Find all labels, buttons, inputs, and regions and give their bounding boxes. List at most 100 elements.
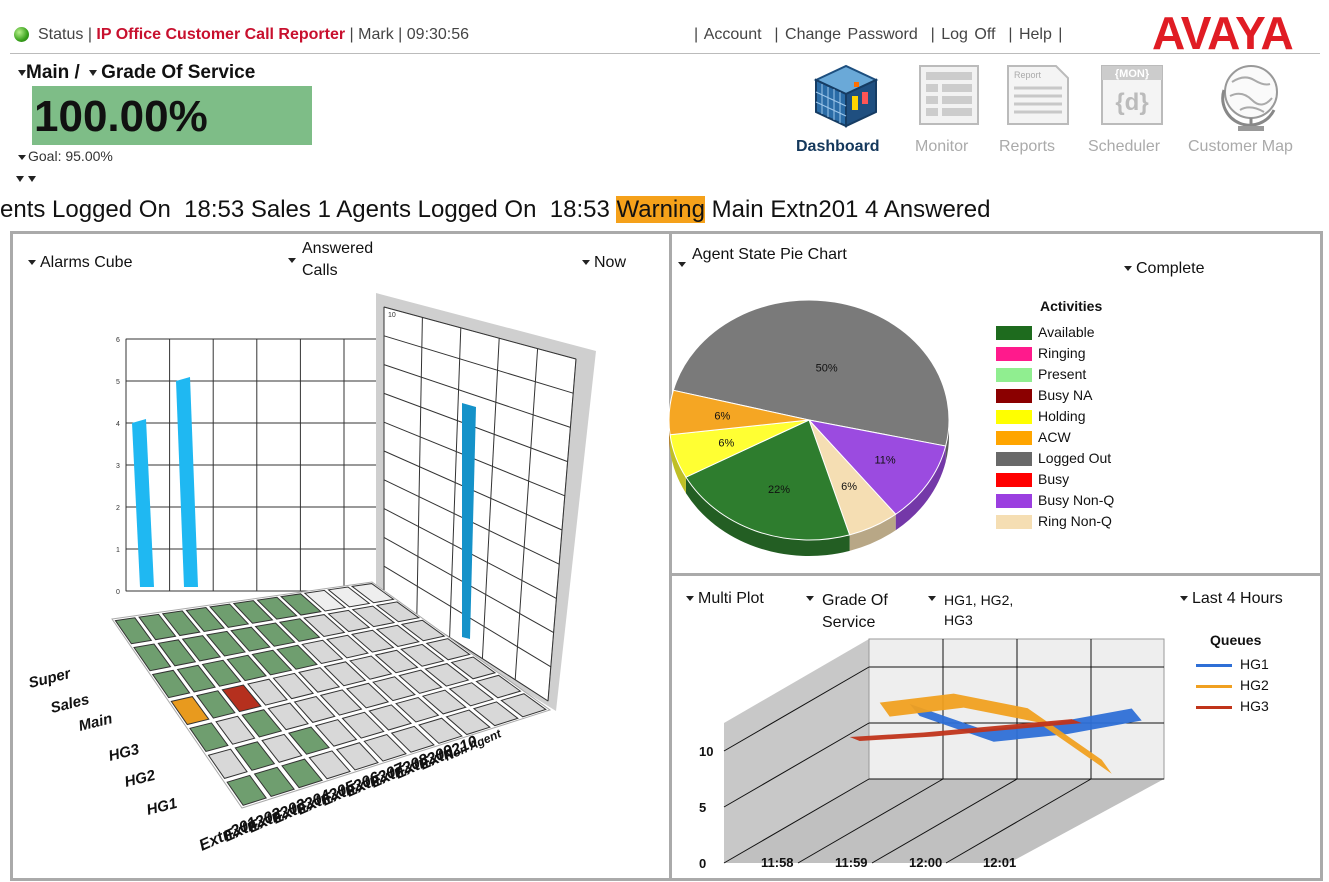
x-tick-label: 12:01 bbox=[983, 855, 1016, 870]
goal-dropdown-icon[interactable] bbox=[18, 154, 26, 160]
account-link[interactable]: | Account bbox=[694, 26, 762, 43]
nav-customer-map[interactable]: Customer Map bbox=[1188, 138, 1293, 156]
queues-legend-title: Queues bbox=[1210, 632, 1262, 648]
dropdown-icon[interactable] bbox=[16, 175, 24, 182]
pie-legend-title: Activities bbox=[1040, 298, 1103, 314]
legend-label: Logged Out bbox=[1038, 450, 1112, 466]
legend-item: HG1 bbox=[1196, 654, 1269, 675]
left-axis-tick: 4 bbox=[116, 421, 120, 428]
pie-slice-label: 50% bbox=[816, 362, 838, 374]
scheduler-icon[interactable]: {MON} {d} bbox=[1100, 62, 1164, 128]
legend-item: HG3 bbox=[1196, 696, 1269, 717]
breadcrumb-page[interactable]: Grade Of Service bbox=[101, 62, 255, 83]
queues-legend: HG1 HG2 HG3 bbox=[1196, 654, 1269, 717]
left-axis-tick: 3 bbox=[116, 463, 120, 470]
dashboard-icon[interactable] bbox=[810, 62, 882, 130]
legend-label: Busy NA bbox=[1038, 387, 1093, 403]
legend-item: Holding bbox=[996, 406, 1114, 427]
pie-slice-label: 6% bbox=[718, 438, 734, 450]
legend-item: Ringing bbox=[996, 343, 1114, 364]
separator: | bbox=[87, 26, 92, 43]
legend-item: Busy NA bbox=[996, 385, 1114, 406]
x-tick-label: 12:00 bbox=[909, 855, 942, 870]
pie-period-label: Complete bbox=[1136, 260, 1205, 277]
y-tick-label: 5 bbox=[699, 800, 706, 815]
legend-swatch bbox=[996, 515, 1032, 530]
legend-swatch bbox=[1196, 663, 1232, 667]
x-tick-label: 11:59 bbox=[835, 855, 868, 870]
legend-item: Logged Out bbox=[996, 448, 1114, 469]
pie-slice-label: 6% bbox=[714, 410, 730, 422]
user-name: Mark bbox=[358, 26, 394, 43]
legend-swatch bbox=[1196, 684, 1232, 688]
kpi-value: 100.00% bbox=[34, 92, 208, 141]
legend-item: Available bbox=[996, 322, 1114, 343]
legend-swatch bbox=[996, 347, 1032, 362]
left-axis-tick: 2 bbox=[116, 505, 120, 512]
legend-item: Busy bbox=[996, 469, 1114, 490]
legend-swatch bbox=[996, 431, 1032, 446]
nav-dashboard[interactable]: Dashboard bbox=[796, 138, 880, 156]
pie-slice-label: 11% bbox=[874, 455, 895, 467]
separator: | bbox=[398, 26, 403, 43]
y-tick-label: 0 bbox=[699, 856, 706, 871]
legend-label: HG3 bbox=[1240, 698, 1269, 714]
change-password-link[interactable]: | Change Password bbox=[774, 26, 917, 43]
header-divider bbox=[10, 53, 1320, 54]
goal-row: Goal: 95.00% bbox=[18, 148, 113, 164]
top-links: | Account | Change Password | Log Off | … bbox=[694, 26, 1062, 44]
left-axis-tick: 0 bbox=[116, 589, 120, 596]
legend-item: Present bbox=[996, 364, 1114, 385]
goal-label: Goal: 95.00% bbox=[28, 148, 113, 164]
legend-swatch bbox=[996, 410, 1032, 425]
legend-label: Available bbox=[1038, 324, 1095, 340]
legend-label: Busy Non-Q bbox=[1038, 492, 1115, 508]
pie-slice-label: 22% bbox=[768, 484, 790, 496]
extra-dropdowns bbox=[16, 170, 40, 188]
row-label: HG1 bbox=[145, 795, 179, 819]
ticker-warning: Warning bbox=[616, 196, 705, 223]
kpi-box: 100.00% bbox=[32, 86, 312, 145]
legend-label: Present bbox=[1038, 366, 1087, 382]
row-label: Main bbox=[77, 710, 114, 735]
breadcrumb-main[interactable]: Main / bbox=[26, 62, 80, 83]
legend-swatch bbox=[996, 452, 1032, 467]
legend-label: Ringing bbox=[1038, 345, 1086, 361]
status-label[interactable]: Status bbox=[38, 26, 83, 43]
main-dropdown-icon[interactable] bbox=[18, 69, 26, 76]
globe-icon[interactable] bbox=[1214, 60, 1288, 134]
clock: 09:30:56 bbox=[406, 26, 470, 43]
row-label: Super bbox=[27, 665, 73, 692]
legend-swatch bbox=[996, 473, 1032, 488]
legend-label: Ring Non-Q bbox=[1038, 513, 1112, 529]
nav-reports[interactable]: Reports bbox=[999, 138, 1055, 156]
nav-scheduler[interactable]: Scheduler bbox=[1088, 138, 1160, 156]
scheduler-icon-glyph: {d} bbox=[1115, 89, 1148, 116]
legend-item: HG2 bbox=[1196, 675, 1269, 696]
status-indicator-icon bbox=[14, 27, 29, 42]
log-off-link[interactable]: | Log Off bbox=[931, 26, 996, 43]
pie-chart: 50% 11% 6% 22% 6% 6% bbox=[669, 299, 950, 556]
pie-period-selector[interactable]: Complete bbox=[1124, 260, 1204, 278]
page-dropdown-icon[interactable] bbox=[89, 69, 98, 76]
reports-icon-text: Report bbox=[1014, 70, 1042, 80]
multi-period-selector[interactable]: Last 4 Hours bbox=[1180, 590, 1283, 608]
y-tick-label: 10 bbox=[699, 744, 713, 759]
legend-swatch bbox=[996, 494, 1032, 509]
nav-monitor[interactable]: Monitor bbox=[915, 138, 968, 156]
legend-label: Busy bbox=[1038, 471, 1070, 487]
monitor-icon[interactable] bbox=[918, 62, 980, 128]
legend-swatch bbox=[996, 368, 1032, 383]
left-axis-tick: 5 bbox=[116, 379, 120, 386]
pie-slice-label: 6% bbox=[841, 481, 857, 493]
legend-item: ACW bbox=[996, 427, 1114, 448]
x-tick-label: 11:58 bbox=[761, 855, 794, 870]
ticker-text: Main Extn201 4 Answered bbox=[704, 196, 991, 223]
legend-label: Holding bbox=[1038, 408, 1086, 424]
row-label: Sales bbox=[49, 691, 91, 717]
reports-icon[interactable]: Report bbox=[1004, 62, 1072, 128]
left-axis-tick: 1 bbox=[116, 547, 120, 554]
help-link[interactable]: | Help | bbox=[1008, 26, 1062, 43]
scheduler-icon-header: {MON} bbox=[1115, 68, 1150, 80]
dropdown-icon[interactable] bbox=[28, 175, 36, 182]
